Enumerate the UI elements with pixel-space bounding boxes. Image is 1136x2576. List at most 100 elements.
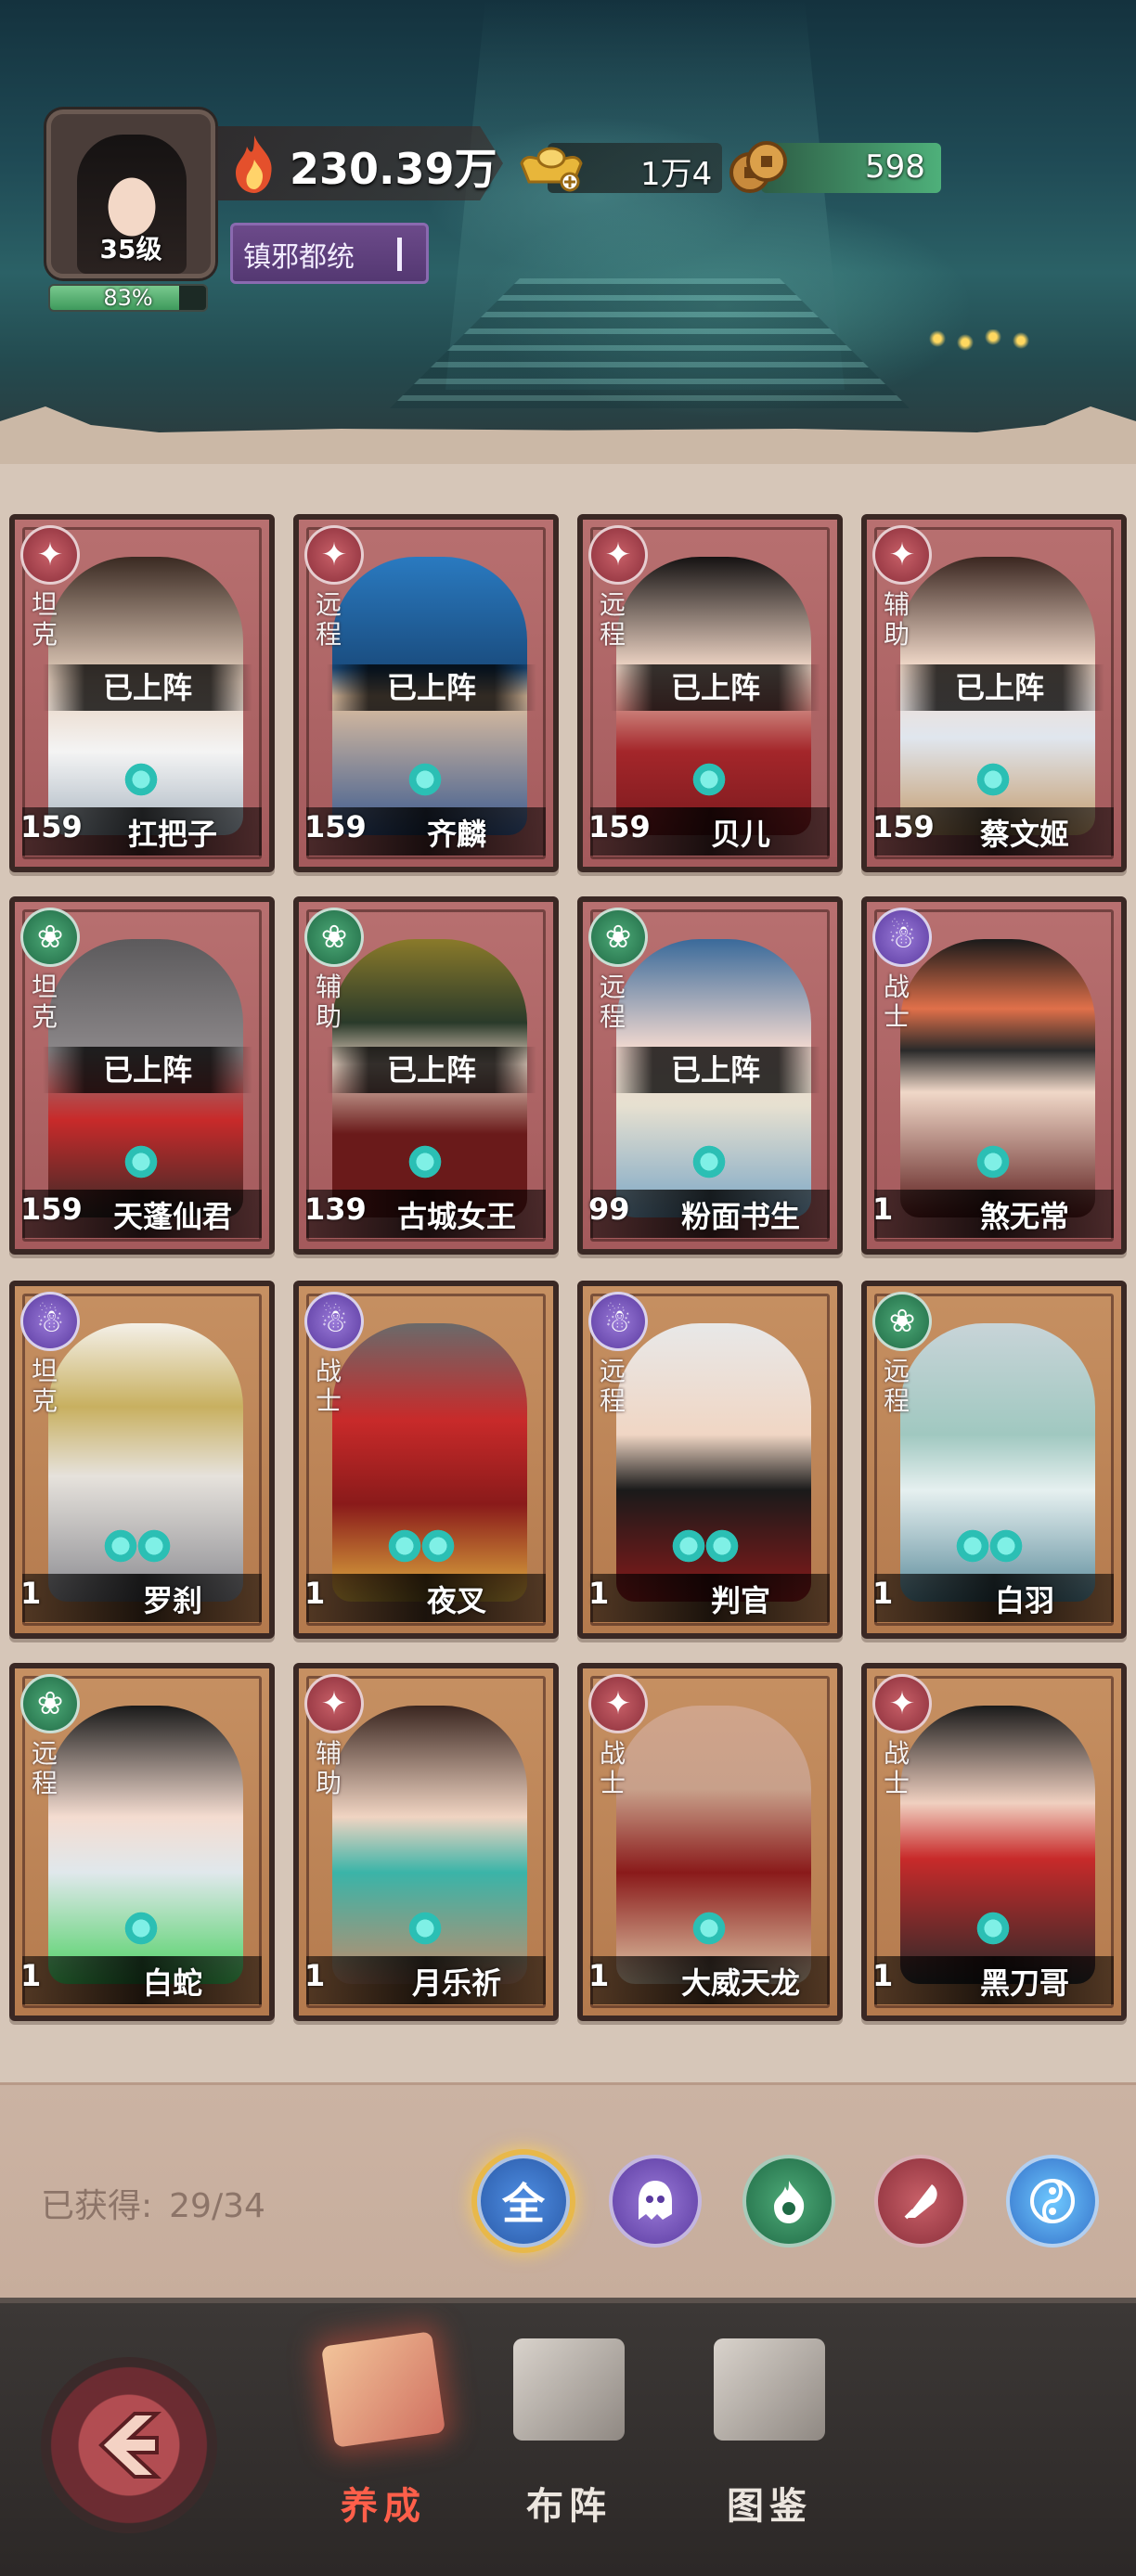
hero-name: 粉面书生 (680, 1199, 800, 1234)
star-swirl-icon (137, 1529, 174, 1566)
deployed-badge: 已上阵 (611, 1047, 820, 1093)
hero-role: 战士 (316, 1356, 342, 1416)
hero-role: 远程 (32, 1738, 58, 1798)
faction-red-icon: ✦ (588, 525, 648, 585)
hero-card[interactable]: ❀ 远程 1 白羽 (861, 1281, 1127, 1639)
hero-name: 齐麟 (426, 817, 486, 852)
hero-card[interactable]: ☃ 战士 1 夜叉 (293, 1281, 559, 1639)
hero-role: 远程 (600, 589, 626, 650)
star-swirl-icon (976, 1145, 1013, 1182)
hero-role: 远程 (600, 972, 626, 1032)
filter-taiji-faction-button[interactable] (1006, 2155, 1099, 2248)
obtained-count: 29/34 (169, 2187, 265, 2225)
hero-card[interactable]: ❀ 远程 已上阵 99 粉面书生 (577, 896, 843, 1255)
hero-role: 坦克 (32, 589, 58, 650)
hero-name: 判官 (710, 1583, 770, 1618)
faction-green-icon: ❀ (20, 1674, 80, 1733)
star-swirl-icon (989, 1529, 1026, 1566)
deployed-badge: 已上阵 (43, 664, 252, 711)
faction-purple-icon: ☃ (304, 1292, 364, 1351)
nav-tab-formation[interactable]: 布阵 (490, 2338, 648, 2552)
hero-name: 白蛇 (142, 1965, 202, 2001)
faction-red-icon: ✦ (304, 1674, 364, 1733)
deployed-badge: 已上阵 (895, 664, 1104, 711)
faction-red-icon: ✦ (588, 1674, 648, 1733)
hero-level: 139 (304, 1191, 367, 1227)
coin-count: 598 (865, 148, 925, 186)
faction-red-icon: ✦ (872, 525, 932, 585)
star-swirl-icon (408, 1912, 445, 1949)
back-button[interactable] (41, 2357, 217, 2533)
star-swirl-icon (956, 1529, 993, 1566)
hero-name: 天蓬仙君 (112, 1199, 232, 1234)
flame-icon (236, 135, 272, 193)
filter-blade-faction-button[interactable] (874, 2155, 967, 2248)
star-swirl-icon (408, 1145, 445, 1182)
hero-role: 远程 (884, 1356, 910, 1416)
hero-name: 大威天龙 (680, 1965, 800, 2001)
cards-icon (320, 2331, 446, 2448)
hero-role: 远程 (600, 1356, 626, 1416)
deployed-badge: 已上阵 (43, 1047, 252, 1093)
hero-card[interactable]: ☃ 战士 1 煞无常 (861, 896, 1127, 1255)
hero-name: 黑刀哥 (979, 1965, 1069, 2001)
star-swirl-icon (692, 1912, 729, 1949)
faction-green-icon: ❀ (304, 908, 364, 967)
faction-purple-icon: ☃ (20, 1292, 80, 1351)
hero-level: 1 (304, 1576, 326, 1611)
hero-level: 1 (872, 1958, 894, 1993)
hero-level: 1 (20, 1958, 42, 1993)
hero-card[interactable]: ❀ 辅助 已上阵 139 古城女王 (293, 896, 559, 1255)
banner-icon (513, 2338, 625, 2441)
nav-tab-cultivate-label: 养成 (341, 2485, 426, 2528)
hero-name: 罗刹 (142, 1583, 202, 1618)
scroll-icon (714, 2338, 825, 2441)
hero-card[interactable]: ✦ 远程 已上阵 159 贝儿 (577, 514, 843, 872)
faction-green-icon: ❀ (872, 1292, 932, 1351)
star-swirl-icon (408, 763, 445, 800)
player-level: 35级 (99, 234, 162, 264)
star-swirl-icon (705, 1529, 742, 1566)
hero-name: 扛把子 (127, 817, 217, 852)
nav-tab-formation-label: 布阵 (526, 2485, 612, 2528)
hero-card[interactable]: ☃ 坦克 1 罗刹 (9, 1281, 275, 1639)
hero-level: 159 (304, 809, 367, 844)
star-swirl-icon (104, 1529, 141, 1566)
hero-card[interactable]: ❀ 远程 1 白蛇 (9, 1663, 275, 2021)
ingot-count: 1万4 (640, 156, 713, 193)
player-avatar[interactable]: 35级 (46, 109, 215, 278)
filter-all-label: 全 (502, 2179, 545, 2229)
faction-green-icon: ❀ (20, 908, 80, 967)
hero-card[interactable]: ✦ 辅助 1 月乐祈 (293, 1663, 559, 2021)
filter-all-button[interactable]: 全 (477, 2155, 570, 2248)
hero-role: 战士 (884, 1738, 910, 1798)
nav-tab-cultivate[interactable]: 养成 (304, 2331, 462, 2552)
back-arrow-icon (98, 2412, 162, 2479)
hero-level: 1 (872, 1191, 894, 1227)
hero-name: 蔡文姬 (979, 817, 1069, 852)
hero-card[interactable]: ✦ 远程 已上阵 159 齐麟 (293, 514, 559, 872)
combat-power: 230.39万 (290, 144, 497, 194)
rank-title: 镇邪都统 (243, 241, 355, 274)
hero-name: 白羽 (994, 1583, 1054, 1618)
star-swirl-icon (976, 1912, 1013, 1949)
exp-bar: 83% (48, 284, 208, 312)
hero-card[interactable]: ✦ 辅助 已上阵 159 蔡文姬 (861, 514, 1127, 872)
filter-spirit-faction-button[interactable] (742, 2155, 835, 2248)
hero-card[interactable]: ❀ 坦克 已上阵 159 天蓬仙君 (9, 896, 275, 1255)
faction-red-icon: ✦ (304, 525, 364, 585)
filter-ghost-faction-button[interactable] (609, 2155, 702, 2248)
deployed-badge: 已上阵 (611, 664, 820, 711)
hero-card[interactable]: ✦ 战士 1 大威天龙 (577, 1663, 843, 2021)
blade-feather-icon (904, 2184, 937, 2220)
hero-card[interactable]: ✦ 坦克 已上阵 159 扛把子 (9, 514, 275, 872)
hero-card[interactable]: ✦ 战士 1 黑刀哥 (861, 1663, 1127, 2021)
faction-red-icon: ✦ (20, 525, 80, 585)
faction-purple-icon: ☃ (588, 1292, 648, 1351)
star-swirl-icon (672, 1529, 709, 1566)
nav-tab-codex[interactable]: 图鉴 (691, 2338, 848, 2552)
faction-red-icon: ✦ (872, 1674, 932, 1733)
hero-role: 坦克 (32, 1356, 58, 1416)
hero-card[interactable]: ☃ 远程 1 判官 (577, 1281, 843, 1639)
star-swirl-icon (124, 1145, 161, 1182)
